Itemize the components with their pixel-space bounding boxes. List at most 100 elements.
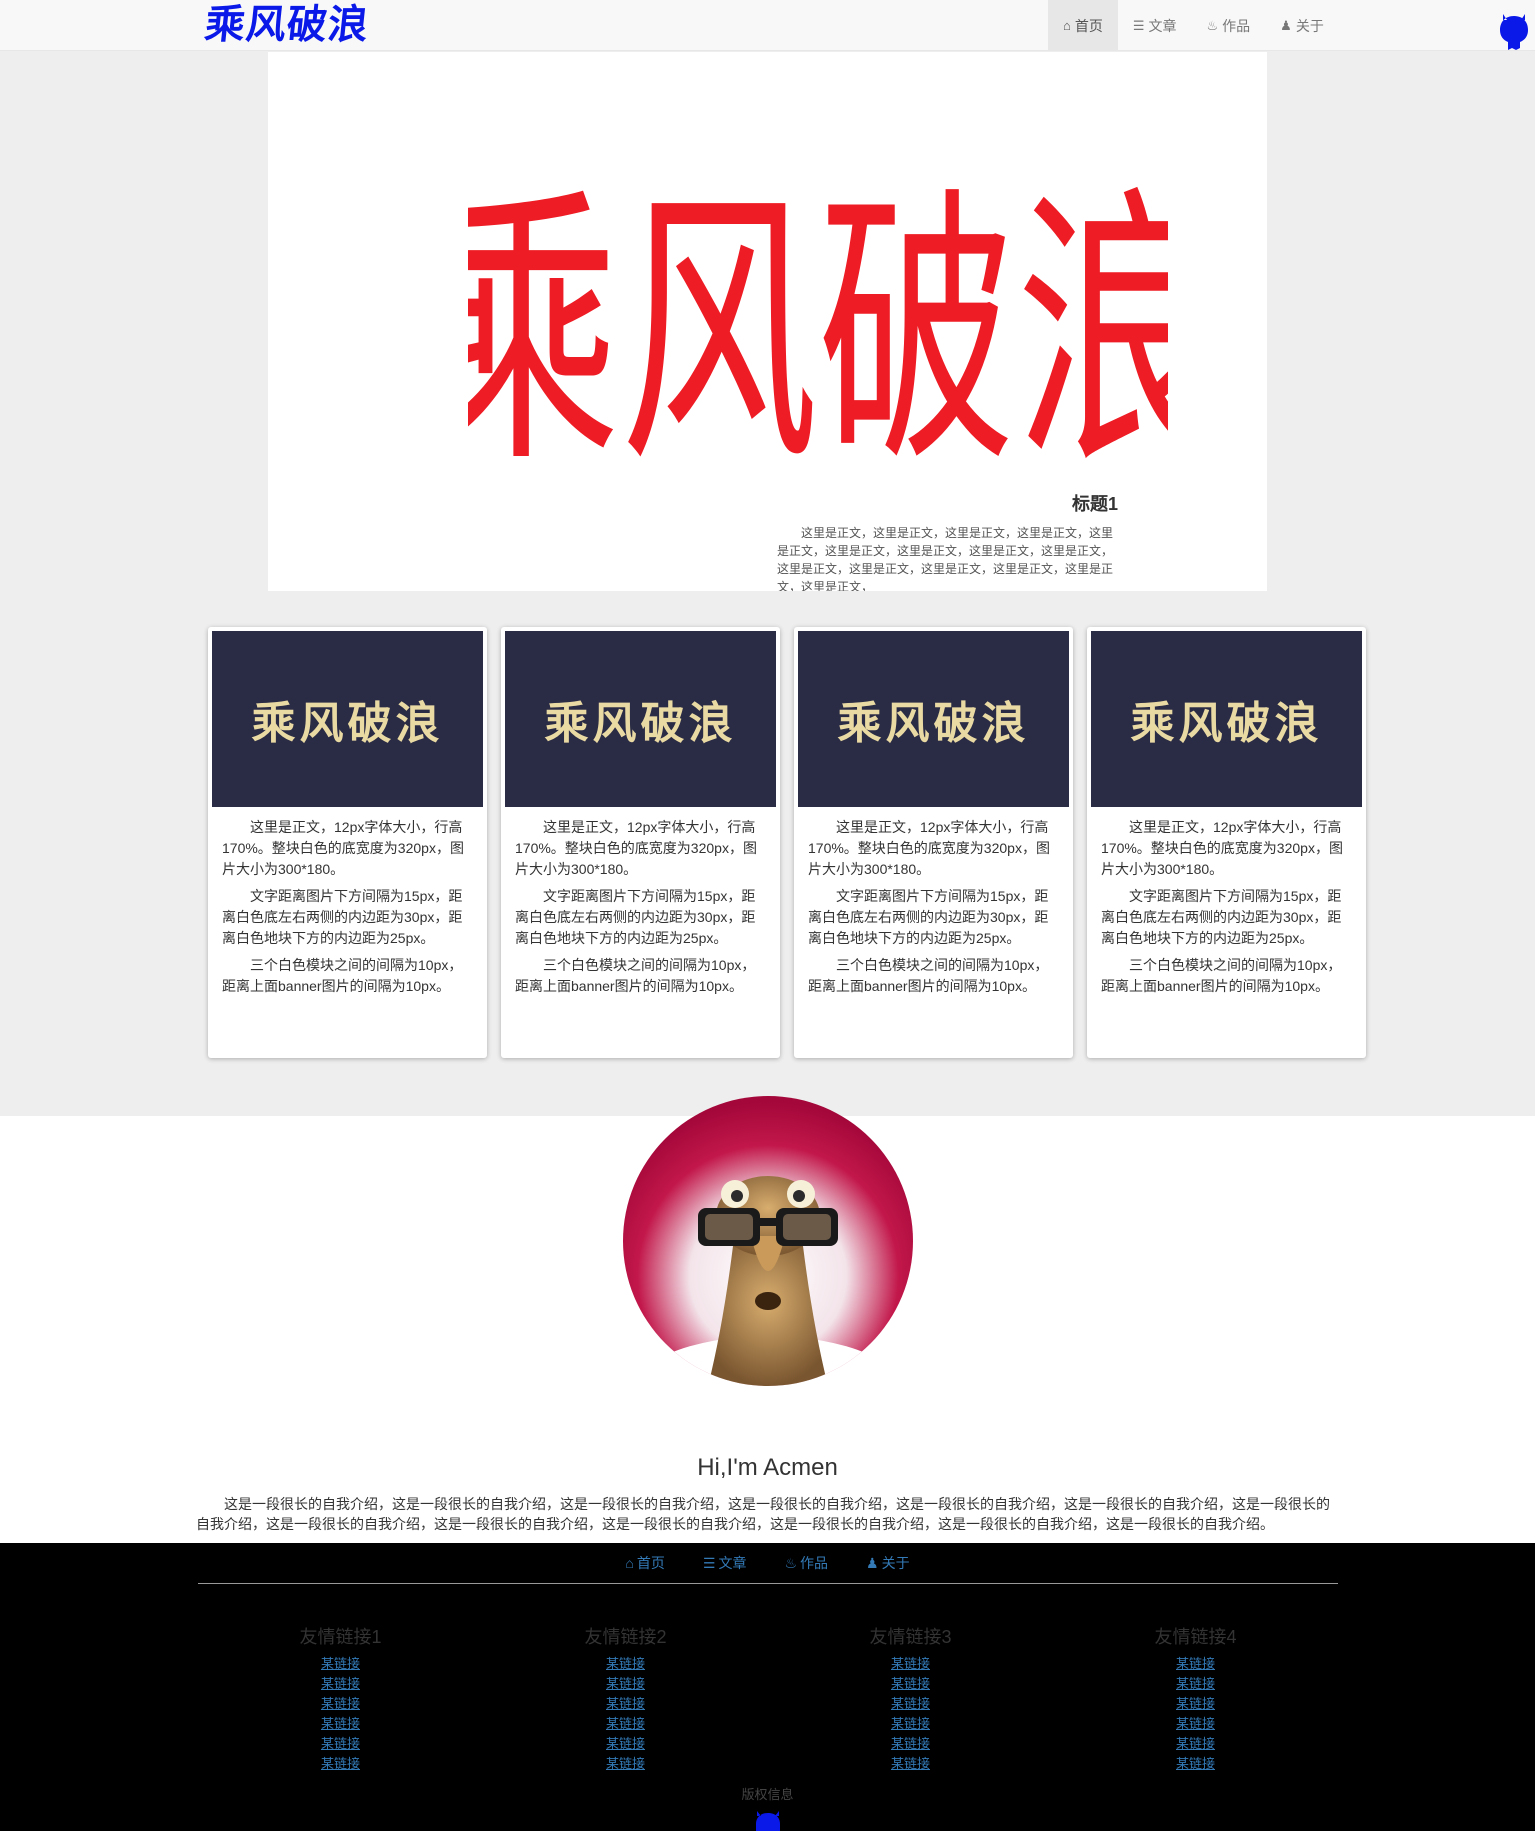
list-icon: ☰ <box>1132 17 1145 33</box>
content-card: 乘风破浪 这里是正文，12px字体大小，行高170%。整块白色的底宽度为320p… <box>501 627 780 1058</box>
friend-link[interactable]: 某链接 <box>483 1714 768 1734</box>
friend-link[interactable]: 某链接 <box>768 1734 1053 1754</box>
friend-link-title: 友情链接4 <box>1154 1627 1237 1647</box>
card-image: 乘风破浪 <box>212 631 483 807</box>
user-icon: ♟ <box>866 1555 879 1571</box>
friend-link[interactable]: 某链接 <box>768 1654 1053 1674</box>
card-paragraph: 三个白色模块之间的间隔为10px，距离上面banner图片的间隔为10px。 <box>1101 957 1342 994</box>
home-icon: ⌂ <box>625 1555 634 1571</box>
card-paragraph: 三个白色模块之间的间隔为10px，距离上面banner图片的间隔为10px。 <box>515 957 756 994</box>
card-image: 乘风破浪 <box>1091 631 1362 807</box>
friend-link[interactable]: 某链接 <box>198 1694 483 1714</box>
friend-link[interactable]: 某链接 <box>483 1694 768 1714</box>
card-paragraph: 文字距离图片下方间隔为15px，距离白色底左右两侧的内边距为30px，距离白色地… <box>515 888 756 946</box>
friend-link[interactable]: 某链接 <box>1053 1734 1338 1754</box>
card-paragraph: 文字距离图片下方间隔为15px，距离白色底左右两侧的内边距为30px，距离白色地… <box>1101 888 1342 946</box>
friend-link[interactable]: 某链接 <box>198 1674 483 1694</box>
nav-item-works[interactable]: ♨ 作品 <box>1192 0 1266 51</box>
nav-item-about[interactable]: ♟ 关于 <box>1265 0 1339 51</box>
footer-nav-label: 关于 <box>881 1555 910 1571</box>
nav-item-home[interactable]: ⌂ 首页 <box>1048 0 1118 51</box>
footer: ⌂ 首页 ☰ 文章 ♨ 作品 ♟ 关于 友情链接1 某链接 某链接 某链接 某链接 某链… <box>0 1543 1535 1831</box>
card-image-text: 乘风破浪 <box>1130 698 1323 749</box>
footer-nav: ⌂ 首页 ☰ 文章 ♨ 作品 ♟ 关于 <box>0 1543 1535 1583</box>
friend-link-column: 友情链接2 某链接 某链接 某链接 某链接 某链接 某链接 <box>483 1623 768 1774</box>
github-icon[interactable] <box>753 1811 783 1831</box>
banner-title: 标题1 <box>1071 494 1118 514</box>
card-image: 乘风破浪 <box>798 631 1069 807</box>
card-paragraph: 三个白色模块之间的间隔为10px，距离上面banner图片的间隔为10px。 <box>808 957 1049 994</box>
friend-link-column: 友情链接1 某链接 某链接 某链接 某链接 某链接 某链接 <box>198 1623 483 1774</box>
banner-text: 这里是正文，这里是正文，这里是正文，这里是正文，这里是正文，这里是正文，这里是正… <box>777 526 1114 591</box>
github-icon[interactable] <box>1497 12 1531 52</box>
friend-link[interactable]: 某链接 <box>198 1654 483 1674</box>
card-body: 这里是正文，12px字体大小，行高170%。整块白色的底宽度为320px，图片大… <box>1091 807 1362 997</box>
footer-nav-label: 文章 <box>718 1555 747 1571</box>
footer-divider <box>198 1583 1338 1584</box>
banner-calligraphy-image: 乘风破浪 <box>468 163 1168 502</box>
card-paragraph: 这里是正文，12px字体大小，行高170%。整块白色的底宽度为320px，图片大… <box>515 819 757 877</box>
nav-label: 首页 <box>1074 17 1103 34</box>
avatar-image <box>623 1096 913 1386</box>
friend-link-title: 友情链接3 <box>869 1627 952 1647</box>
avatar <box>623 1096 913 1386</box>
card-body: 这里是正文，12px字体大小，行高170%。整块白色的底宽度为320px，图片大… <box>798 807 1069 997</box>
list-icon: ☰ <box>702 1555 716 1571</box>
card-image-text: 乘风破浪 <box>544 698 737 749</box>
friend-link-title: 友情链接2 <box>584 1627 667 1647</box>
friend-link-column: 友情链接3 某链接 某链接 某链接 某链接 某链接 某链接 <box>768 1623 1053 1774</box>
friend-link[interactable]: 某链接 <box>483 1674 768 1694</box>
about-title: Hi,I'm Acmen <box>697 1454 838 1481</box>
nav-label: 作品 <box>1222 17 1251 34</box>
content-card: 乘风破浪 这里是正文，12px字体大小，行高170%。整块白色的底宽度为320p… <box>794 627 1073 1058</box>
friend-link[interactable]: 某链接 <box>483 1754 768 1774</box>
friend-link[interactable]: 某链接 <box>1053 1674 1338 1694</box>
card-image-text: 乘风破浪 <box>837 698 1030 749</box>
friend-link[interactable]: 某链接 <box>198 1714 483 1734</box>
about-text: 这是一段很长的自我介绍，这是一段很长的自我介绍，这是一段很长的自我介绍，这是一段… <box>196 1496 1330 1532</box>
footer-nav-about[interactable]: ♟ 关于 <box>866 1553 910 1573</box>
friend-link-title: 友情链接1 <box>299 1627 382 1647</box>
content-card: 乘风破浪 这里是正文，12px字体大小，行高170%。整块白色的底宽度为320p… <box>1087 627 1366 1058</box>
card-body: 这里是正文，12px字体大小，行高170%。整块白色的底宽度为320px，图片大… <box>212 807 483 997</box>
friend-link[interactable]: 某链接 <box>1053 1754 1338 1774</box>
main-nav: ⌂ 首页 ☰ 文章 ♨ 作品 ♟ 关于 <box>1048 0 1339 51</box>
card-row: 乘风破浪 这里是正文，12px字体大小，行高170%。整块白色的底宽度为320p… <box>208 627 1366 1058</box>
banner-caption: 标题1 这里是正文，这里是正文，这里是正文，这里是正文，这里是正文，这里是正文，… <box>777 490 1118 591</box>
top-navbar: 乘风破浪 ⌂ 首页 ☰ 文章 ♨ 作品 ♟ 关于 <box>0 0 1535 51</box>
card-image-text: 乘风破浪 <box>251 698 444 749</box>
friend-link[interactable]: 某链接 <box>768 1714 1053 1734</box>
card-paragraph: 这里是正文，12px字体大小，行高170%。整块白色的底宽度为320px，图片大… <box>222 819 464 877</box>
footer-nav-label: 首页 <box>636 1555 665 1571</box>
friend-link[interactable]: 某链接 <box>483 1654 768 1674</box>
friend-link[interactable]: 某链接 <box>768 1754 1053 1774</box>
user-icon: ♟ <box>1280 17 1292 33</box>
friend-link[interactable]: 某链接 <box>1053 1714 1338 1734</box>
friend-link[interactable]: 某链接 <box>198 1734 483 1754</box>
copyright-text: 版权信息 <box>741 1787 794 1802</box>
banner-art-text: 乘风破浪 <box>468 163 1168 502</box>
friend-link[interactable]: 某链接 <box>768 1674 1053 1694</box>
card-paragraph: 文字距离图片下方间隔为15px，距离白色底左右两侧的内边距为30px，距离白色地… <box>222 888 463 946</box>
site-logo[interactable]: 乘风破浪 <box>203 1 372 48</box>
banner: 乘风破浪 标题1 这里是正文，这里是正文，这里是正文，这里是正文，这里是正文，这… <box>268 52 1267 591</box>
friend-link[interactable]: 某链接 <box>483 1734 768 1754</box>
card-paragraph: 这里是正文，12px字体大小，行高170%。整块白色的底宽度为320px，图片大… <box>1101 819 1343 877</box>
friend-links: 友情链接1 某链接 某链接 某链接 某链接 某链接 某链接 友情链接2 某链接 … <box>198 1623 1338 1774</box>
fire-icon: ♨ <box>1206 17 1219 33</box>
footer-nav-label: 作品 <box>800 1555 829 1571</box>
footer-nav-articles[interactable]: ☰ 文章 <box>703 1553 747 1573</box>
friend-link[interactable]: 某链接 <box>768 1694 1053 1714</box>
fire-icon: ♨ <box>784 1555 798 1571</box>
footer-nav-home[interactable]: ⌂ 首页 <box>625 1553 664 1573</box>
card-paragraph: 文字距离图片下方间隔为15px，距离白色底左右两侧的内边距为30px，距离白色地… <box>808 888 1049 946</box>
home-icon: ⌂ <box>1063 18 1071 33</box>
nav-item-articles[interactable]: ☰ 文章 <box>1118 0 1192 51</box>
friend-link[interactable]: 某链接 <box>1053 1694 1338 1714</box>
friend-link[interactable]: 某链接 <box>1053 1654 1338 1674</box>
card-paragraph: 三个白色模块之间的间隔为10px，距离上面banner图片的间隔为10px。 <box>222 957 463 994</box>
friend-link[interactable]: 某链接 <box>198 1754 483 1774</box>
card-body: 这里是正文，12px字体大小，行高170%。整块白色的底宽度为320px，图片大… <box>505 807 776 997</box>
card-image: 乘风破浪 <box>505 631 776 807</box>
footer-nav-works[interactable]: ♨ 作品 <box>784 1553 828 1573</box>
